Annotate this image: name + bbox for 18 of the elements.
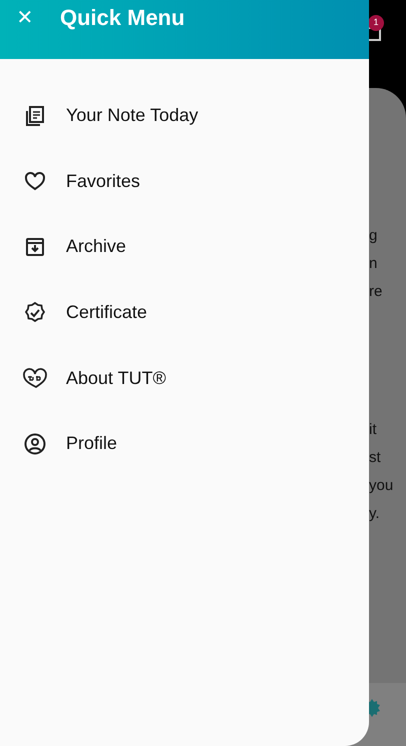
text-fragment: it — [369, 420, 378, 440]
notification-badge: 1 — [368, 15, 384, 31]
text-fragment: st — [369, 448, 382, 468]
menu-item[interactable]: About TUT® — [66, 364, 166, 392]
menu-item[interactable]: Certificate — [66, 299, 148, 326]
text-fragment: you — [369, 476, 394, 496]
badge-check-icon — [22, 300, 48, 325]
menu-item[interactable]: Favorites — [66, 168, 140, 195]
text-fragment: g — [369, 226, 378, 246]
drawer-title: Quick Menu — [60, 4, 185, 32]
profile-icon — [22, 432, 48, 456]
menu-item[interactable]: Your Note Today — [66, 102, 198, 130]
text-fragment: re — [369, 282, 384, 302]
text-fragment: n — [369, 254, 378, 274]
menu-item[interactable]: Archive — [66, 233, 126, 260]
text-fragment: y. — [369, 504, 381, 524]
heart-logo-icon — [22, 366, 48, 390]
menu-item[interactable]: Profile — [66, 430, 118, 458]
